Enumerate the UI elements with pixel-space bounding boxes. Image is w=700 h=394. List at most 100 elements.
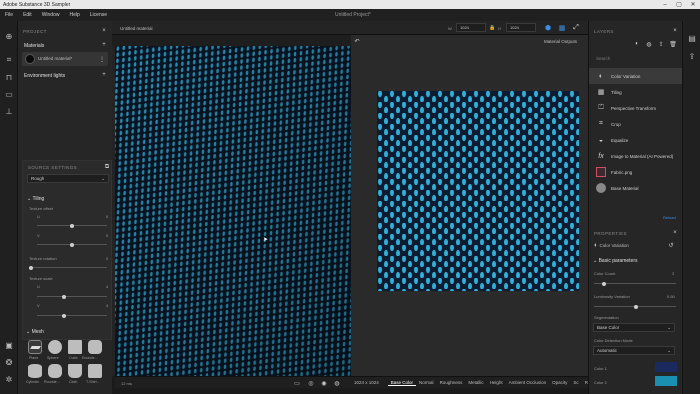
share-icon[interactable]: ⇪	[686, 50, 698, 62]
offset-v-value: 0	[106, 233, 109, 238]
mesh-sphere[interactable]	[48, 340, 62, 354]
slider-knob[interactable]	[70, 223, 74, 228]
preset-dropdown[interactable]: Rough ⌄	[27, 174, 109, 183]
layer-item[interactable]: fx Image to Material (AI Powered)	[589, 148, 683, 164]
channel-base-color[interactable]: Base Color	[387, 380, 417, 386]
menu-window[interactable]: Window	[37, 12, 65, 18]
collapse-icon[interactable]: ×	[100, 27, 108, 35]
maximize-icon[interactable]: ▢	[672, 0, 686, 9]
material-tab[interactable]: Untitled material	[120, 26, 153, 31]
layer-item[interactable]: ◒ Equalize	[589, 132, 683, 148]
3d-view-icon[interactable]: ⬢	[544, 24, 552, 32]
mesh-tshirt[interactable]	[88, 364, 102, 378]
reload-link[interactable]: Reload	[663, 215, 676, 220]
mesh-cube[interactable]	[68, 340, 82, 354]
materials-label: Materials	[24, 43, 45, 49]
mesh-section[interactable]: ⌄ Mesh	[26, 329, 44, 335]
color-count-label: Color Count	[594, 271, 616, 276]
slider-knob[interactable]	[602, 281, 606, 286]
crop-tool-icon[interactable]: ⌗	[3, 54, 15, 66]
color2-swatch[interactable]	[655, 376, 677, 386]
mesh-rounded-cylinder[interactable]	[48, 364, 62, 378]
stamp-icon[interactable]: ⊥	[3, 105, 15, 117]
display-settings-icon[interactable]: ◍	[333, 379, 341, 387]
color-count-slider[interactable]	[594, 281, 676, 286]
offset-u-value: 0	[106, 214, 109, 219]
panel-menu-icon[interactable]: ⧉	[103, 163, 111, 171]
add-icon[interactable]: ⊕	[3, 30, 15, 42]
material-item[interactable]: Untitled material* ⋮	[22, 52, 108, 66]
layer-fill-icon[interactable]: ◍	[645, 40, 653, 48]
scale-v-slider[interactable]	[37, 313, 107, 318]
layer-item[interactable]: Fabric.png	[589, 164, 683, 180]
offset-u-slider[interactable]	[37, 223, 107, 228]
delete-icon[interactable]: 🗑	[669, 40, 677, 48]
settings-icon[interactable]: ✲	[3, 373, 15, 385]
collapse-icon[interactable]: ×	[671, 229, 679, 237]
mesh-plane[interactable]	[28, 340, 42, 354]
luminosity-slider[interactable]	[594, 304, 676, 309]
reset-icon[interactable]: ↺	[667, 241, 675, 249]
add-material-icon[interactable]: +	[100, 41, 108, 49]
slider-knob[interactable]	[62, 294, 66, 299]
layer-item[interactable]: ⏍ Perspective Transform	[589, 100, 683, 116]
environment-icon[interactable]: ◉	[320, 379, 328, 387]
menu-edit[interactable]: Edit	[18, 12, 37, 18]
menu-license[interactable]: License	[85, 12, 112, 18]
channel-ao[interactable]: Ambient Occlusion	[506, 380, 550, 385]
layer-item[interactable]: ▦ Tiling	[589, 84, 683, 100]
segmentation-select[interactable]: Base Color ⌄	[593, 323, 675, 332]
close-icon[interactable]: ✕	[686, 0, 700, 9]
color1-swatch[interactable]	[655, 362, 677, 372]
more-icon[interactable]: ⋮	[98, 55, 106, 63]
source-settings-icon[interactable]: ▣	[3, 339, 15, 351]
menu-file[interactable]: File	[0, 12, 18, 18]
project-title: Untitled Project*	[335, 12, 371, 18]
reset-view-icon[interactable]: ↶	[353, 37, 361, 45]
minimize-icon[interactable]: –	[658, 0, 672, 9]
output-select[interactable]: Material Outputs	[544, 39, 577, 44]
scale-u-slider[interactable]	[37, 294, 107, 299]
layer-item[interactable]: ◐ Color Variation	[589, 68, 683, 84]
layer-effect-icon[interactable]: ◐	[633, 40, 641, 48]
collapse-icon[interactable]: ×	[671, 27, 679, 35]
palette-tool-icon[interactable]: ❂	[3, 356, 15, 368]
offset-v-slider[interactable]	[37, 242, 107, 247]
2d-view-icon[interactable]: ▦	[558, 24, 566, 32]
channel-metallic[interactable]: Metallic	[465, 380, 486, 385]
mesh-rounded-cube[interactable]	[88, 340, 102, 354]
rotation-slider[interactable]	[29, 265, 107, 270]
tiling-section[interactable]: ⌄ Tiling	[27, 196, 44, 202]
height-select[interactable]: 1024	[506, 23, 536, 32]
3d-viewport[interactable]: ➤	[115, 46, 351, 376]
slider-knob[interactable]	[62, 313, 66, 318]
channel-roughness[interactable]: Roughness	[437, 380, 466, 385]
add-light-icon[interactable]: +	[100, 71, 108, 79]
palette-icon: ◐	[598, 72, 604, 80]
layer-item[interactable]: ⌗ Crop	[589, 116, 683, 132]
layer-item[interactable]: Base Material	[589, 180, 683, 196]
menu-help[interactable]: Help	[64, 12, 84, 18]
fullscreen-icon[interactable]: ⤢	[572, 24, 580, 32]
channel-more[interactable]: Sc	[570, 380, 581, 385]
channel-height[interactable]: Height	[487, 380, 506, 385]
width-select[interactable]: 1024	[456, 23, 486, 32]
channel-normal[interactable]: Normal	[416, 380, 437, 385]
basic-params-section[interactable]: ⌄ Basic parameters	[593, 258, 638, 264]
layers-panel-icon[interactable]: ▤	[686, 32, 698, 44]
detection-mode-select[interactable]: Automatic ⌄	[593, 346, 675, 355]
slider-knob[interactable]	[29, 265, 33, 270]
lock-icon[interactable]: 🔒	[489, 25, 495, 31]
camera-icon[interactable]: ▭	[293, 379, 301, 387]
channel-opacity[interactable]: Opacity	[549, 380, 570, 385]
brush-icon[interactable]: ⊓	[3, 71, 15, 83]
perspective-icon: ⏍	[598, 104, 604, 111]
export-icon[interactable]: ⇪	[657, 40, 665, 48]
mesh-cylinder[interactable]	[28, 364, 42, 378]
frame-icon[interactable]: ▭	[3, 88, 15, 100]
mesh-cloth[interactable]	[68, 364, 82, 378]
slider-knob[interactable]	[634, 304, 638, 309]
slider-knob[interactable]	[70, 242, 74, 247]
orbit-icon[interactable]: ◎	[307, 379, 315, 387]
layer-search-input[interactable]: Search	[592, 54, 678, 63]
